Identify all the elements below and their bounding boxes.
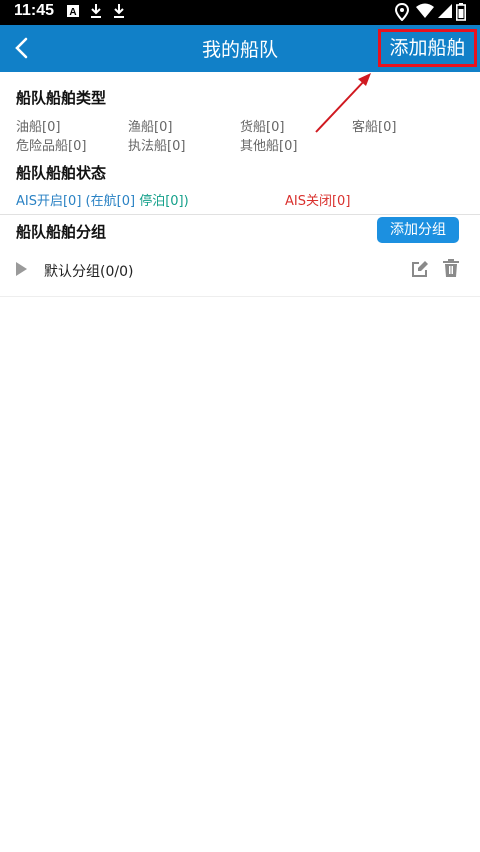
group-row-divider (0, 296, 480, 297)
status-time: 11:45 (14, 2, 55, 19)
vessel-status-title: 船队船舶状态 (16, 164, 107, 182)
vessel-types-title: 船队船舶类型 (16, 89, 107, 107)
app-bar: 我的船队 添加船舶 (0, 25, 480, 72)
vessel-type-fishing[interactable]: 渔船[0] (128, 116, 172, 135)
signal-icon (438, 4, 452, 18)
vessel-type-dangerous[interactable]: 危险品船[0] (16, 135, 86, 154)
add-group-button[interactable]: 添加分组 (377, 217, 459, 243)
battery-icon (456, 3, 466, 21)
status-bar: 11:45 A (0, 0, 480, 25)
vessel-type-passenger[interactable]: 客船[0] (352, 116, 396, 135)
group-name: 默认分组(0/0) (44, 264, 134, 280)
group-row[interactable]: 默认分组(0/0) (0, 248, 480, 296)
ais-status-on-row: AIS开启[0] (在航[0] 停泊[0]) (16, 190, 189, 209)
expand-triangle-icon[interactable] (16, 262, 27, 276)
ais-off-status[interactable]: AIS关闭[0] (285, 190, 350, 209)
location-icon (395, 3, 409, 21)
vessel-type-cargo[interactable]: 货船[0] (240, 116, 284, 135)
download-icon (114, 4, 124, 18)
download-icon (91, 4, 101, 18)
vessel-type-oil[interactable]: 油船[0] (16, 116, 60, 135)
section-divider (0, 214, 480, 215)
wifi-icon (416, 3, 434, 18)
vessel-groups-title: 船队船舶分组 (16, 223, 107, 241)
vessel-type-enforcement[interactable]: 执法船[0] (128, 135, 185, 154)
underway-status[interactable]: (在航[0] (86, 194, 136, 209)
font-a-icon: A (67, 5, 79, 18)
svg-text:A: A (69, 7, 76, 18)
vessel-type-other[interactable]: 其他船[0] (240, 135, 297, 154)
moored-status[interactable]: 停泊[0]) (139, 194, 189, 209)
edit-icon[interactable] (411, 260, 429, 278)
add-vessel-button[interactable]: 添加船舶 (378, 29, 477, 67)
ais-on-status[interactable]: AIS开启[0] (16, 194, 81, 209)
trash-icon[interactable] (442, 259, 460, 278)
